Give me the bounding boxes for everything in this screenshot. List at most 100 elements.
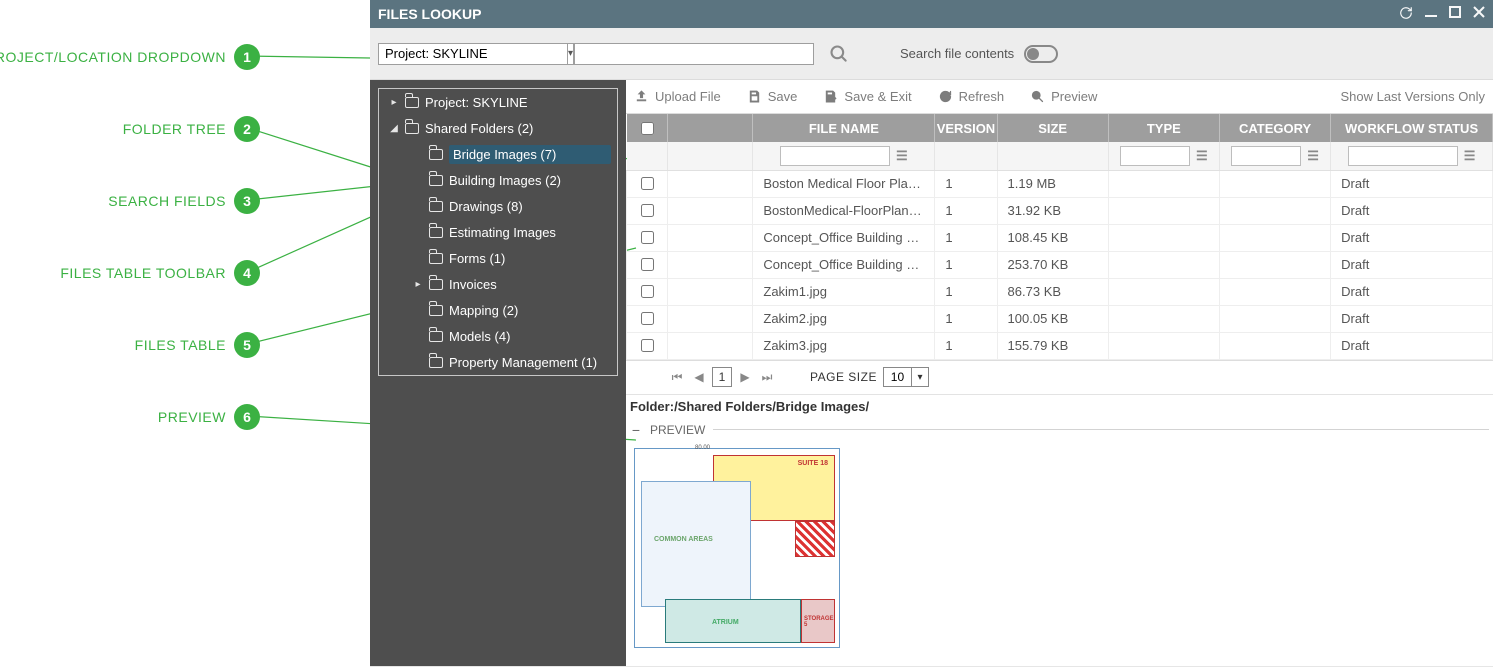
column-file-name[interactable]: FILE NAME	[753, 114, 935, 142]
column-type[interactable]: TYPE	[1108, 114, 1219, 142]
tree-item[interactable]: Mapping (2)	[379, 297, 617, 323]
tree-item[interactable]: ◢Shared Folders (2)	[379, 115, 617, 141]
collapse-icon[interactable]: −	[630, 422, 642, 438]
close-icon[interactable]	[1473, 6, 1485, 23]
refresh-button[interactable]: Refresh	[938, 89, 1005, 104]
annotation-badge-5: 5	[234, 332, 260, 358]
pager-first-icon[interactable]: ⏮	[668, 368, 686, 386]
tree-item[interactable]: Forms (1)	[379, 245, 617, 271]
column-icon	[668, 114, 753, 142]
cell-workflow: Draft	[1331, 251, 1493, 278]
table-row[interactable]: Concept_Office Building Exterior1108.45 …	[627, 224, 1493, 251]
tree-item-label: Invoices	[449, 277, 611, 292]
tree-item-label: Models (4)	[449, 329, 611, 344]
table-row[interactable]: Zakim2.jpg1100.05 KBDraft	[627, 305, 1493, 332]
column-workflow[interactable]: WORKFLOW STATUS	[1331, 114, 1493, 142]
table-row[interactable]: BostonMedical-FloorPlan-Level1131.92 KBD…	[627, 197, 1493, 224]
save-button[interactable]: Save	[747, 89, 798, 104]
folder-tree[interactable]: ▸ Project: SKYLINE ◢Shared Folders (2) Brid…	[378, 88, 618, 376]
preview-thumbnail[interactable]: 80.00 SUITE 18 COMMON AREAS ATRIUM STORA…	[634, 448, 840, 648]
row-icon-cell	[668, 197, 753, 224]
row-checkbox[interactable]	[627, 197, 668, 224]
row-checkbox[interactable]	[627, 305, 668, 332]
cell-size: 31.92 KB	[997, 197, 1108, 224]
minimize-icon[interactable]	[1425, 6, 1437, 23]
upload-file-button[interactable]: Upload File	[634, 89, 721, 104]
app-window: FILES LOOKUP ▾	[370, 0, 1493, 667]
row-icon-cell	[668, 278, 753, 305]
filter-category[interactable]	[1231, 146, 1301, 166]
tree-item[interactable]: Models (4)	[379, 323, 617, 349]
cell-version: 1	[935, 251, 997, 278]
row-checkbox[interactable]	[627, 251, 668, 278]
cell-type	[1108, 224, 1219, 251]
filter-icon[interactable]: ☰	[1307, 148, 1319, 164]
fp-suite-label: SUITE 18	[798, 460, 828, 467]
table-row[interactable]: Concept_Office Building Exterior1253.70 …	[627, 251, 1493, 278]
files-toolbar: Upload File Save Save & Exit Refresh	[626, 80, 1493, 114]
tree-item-label: Bridge Images (7)	[449, 145, 611, 164]
cell-workflow: Draft	[1331, 224, 1493, 251]
filter-type[interactable]	[1120, 146, 1190, 166]
preview-title: PREVIEW	[650, 423, 705, 437]
search-file-contents-toggle[interactable]	[1024, 45, 1058, 63]
cell-workflow: Draft	[1331, 305, 1493, 332]
tree-item[interactable]: Bridge Images (7)	[379, 141, 617, 167]
tree-item[interactable]: Building Images (2)	[379, 167, 617, 193]
page-size-input[interactable]	[883, 367, 911, 387]
filter-icon[interactable]: ☰	[1464, 148, 1476, 164]
tree-item[interactable]: ▸Invoices	[379, 271, 617, 297]
filter-icon[interactable]: ☰	[896, 148, 908, 164]
row-checkbox[interactable]	[627, 170, 668, 197]
tree-item[interactable]: Drawings (8)	[379, 193, 617, 219]
select-all-checkbox[interactable]	[627, 114, 668, 142]
annotation-label-1: PROJECT/LOCATION DROPDOWN	[0, 49, 226, 65]
cell-type	[1108, 305, 1219, 332]
search-bar-row: ▾ Search file contents	[370, 28, 1493, 80]
cell-file-name: Zakim3.jpg	[753, 332, 935, 359]
table-row[interactable]: Zakim3.jpg1155.79 KBDraft	[627, 332, 1493, 359]
search-file-contents-label: Search file contents	[900, 46, 1014, 61]
annotation-badge-1: 1	[234, 44, 260, 70]
pager-last-icon[interactable]: ⏭	[758, 368, 776, 386]
tree-item-label: Project: SKYLINE	[425, 95, 611, 110]
dropdown-caret-icon[interactable]: ▾	[567, 43, 574, 65]
pager-next-icon[interactable]: ▶	[736, 368, 754, 386]
project-dropdown[interactable]: ▾	[378, 43, 568, 65]
show-last-versions-button[interactable]: Show Last Versions Only	[1340, 89, 1485, 104]
preview-button[interactable]: Preview	[1030, 89, 1097, 104]
cell-version: 1	[935, 197, 997, 224]
project-input[interactable]	[378, 43, 567, 65]
save-and-exit-button[interactable]: Save & Exit	[823, 89, 911, 104]
filter-workflow[interactable]	[1348, 146, 1458, 166]
cell-category	[1219, 251, 1330, 278]
table-row[interactable]: Zakim1.jpg186.73 KBDraft	[627, 278, 1493, 305]
folder-icon	[429, 227, 443, 238]
row-checkbox[interactable]	[627, 332, 668, 359]
cell-file-name: Zakim1.jpg	[753, 278, 935, 305]
cell-file-name: Concept_Office Building Exterior	[753, 224, 935, 251]
table-row[interactable]: Boston Medical Floor Plan Half.p11.19 MB…	[627, 170, 1493, 197]
column-category[interactable]: CATEGORY	[1219, 114, 1330, 142]
tree-item[interactable]: ▸ Project: SKYLINE	[379, 89, 617, 115]
search-icon[interactable]	[826, 41, 852, 67]
folder-icon	[429, 331, 443, 342]
row-checkbox[interactable]	[627, 278, 668, 305]
row-checkbox[interactable]	[627, 224, 668, 251]
cell-version: 1	[935, 224, 997, 251]
caret-icon: ▸	[389, 97, 399, 108]
maximize-icon[interactable]	[1449, 6, 1461, 23]
pager-prev-icon[interactable]: ◀	[690, 368, 708, 386]
page-size-dropdown-icon[interactable]: ▾	[911, 367, 929, 387]
filter-icon[interactable]: ☰	[1196, 148, 1208, 164]
filter-file-name[interactable]	[780, 146, 890, 166]
cell-file-name: BostonMedical-FloorPlan-Level1	[753, 197, 935, 224]
tree-item[interactable]: Property Management (1)	[379, 349, 617, 375]
refresh-icon[interactable]	[1399, 6, 1413, 23]
fp-atrium-label: ATRIUM	[712, 619, 739, 626]
tree-item[interactable]: Estimating Images	[379, 219, 617, 245]
search-input[interactable]	[574, 43, 814, 65]
column-version[interactable]: VERSION	[935, 114, 997, 142]
cell-file-name: Concept_Office Building Exterior	[753, 251, 935, 278]
column-size[interactable]: SIZE	[997, 114, 1108, 142]
